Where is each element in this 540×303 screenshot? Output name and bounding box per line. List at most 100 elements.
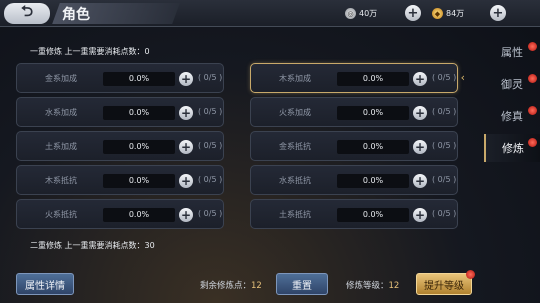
silver-coin-icon: ◎	[345, 8, 356, 19]
notification-badge	[528, 42, 537, 51]
attribute-cell[interactable]: 水系抵抗 0.0% + ( 0/5 )	[250, 165, 458, 195]
add-silver-button[interactable]: +	[405, 5, 421, 21]
gold-currency: ◆ 84万	[432, 6, 464, 21]
attribute-value: 0.0%	[337, 106, 409, 120]
point-count: ( 0/5 )	[432, 107, 457, 116]
attribute-cell[interactable]: 水系加成 0.0% + ( 0/5 )	[16, 97, 224, 127]
notification-badge	[466, 270, 475, 279]
attribute-cell[interactable]: 金系加成 0.0% + ( 0/5 )	[16, 63, 224, 93]
add-point-button[interactable]: +	[179, 208, 193, 222]
button-label: 提升等级	[424, 280, 464, 292]
attribute-cell[interactable]: 土系加成 0.0% + ( 0/5 )	[16, 131, 224, 161]
attribute-label: 木系加成	[279, 74, 311, 83]
back-arrow-icon: ⮌	[20, 2, 33, 20]
plus-icon: +	[180, 72, 192, 86]
section-title-tier2: 二重修炼 上一重需要消耗点数：30	[30, 241, 155, 250]
tab-spirit[interactable]: 御灵	[484, 70, 540, 98]
remaining-points-value: 12	[251, 281, 262, 291]
add-point-button[interactable]: +	[179, 72, 193, 86]
tab-label: 御灵	[501, 78, 523, 91]
gold-amount: 84万	[446, 9, 465, 18]
point-count: ( 0/5 )	[432, 209, 457, 218]
cultivation-panel: 一重修炼 上一重需要消耗点数：0 金系加成 0.0% + ( 0/5 ) 木系加成 0.0…	[16, 34, 478, 263]
tab-label: 属性	[501, 46, 523, 59]
chevron-left-icon: ‹	[460, 71, 465, 84]
point-count: ( 0/5 )	[198, 209, 223, 218]
point-count: ( 0/5 )	[198, 73, 223, 82]
remaining-points-label: 剩余修炼点：	[200, 281, 252, 291]
attribute-cell[interactable]: 木系抵抗 0.0% + ( 0/5 )	[16, 165, 224, 195]
plus-icon: +	[180, 208, 192, 222]
attribute-label: 土系加成	[45, 142, 77, 151]
attribute-value: 0.0%	[337, 174, 409, 188]
reset-button[interactable]: 重置	[276, 273, 328, 295]
tab-label: 修炼	[502, 142, 524, 155]
point-count: ( 0/5 )	[432, 73, 457, 82]
plus-icon: +	[414, 174, 426, 188]
attribute-label: 金系加成	[45, 74, 77, 83]
attribute-value: 0.0%	[337, 72, 409, 86]
attribute-label: 水系加成	[45, 108, 77, 117]
attribute-cell[interactable]: 木系加成 0.0% + ( 0/5 ) ‹	[250, 63, 465, 93]
plus-icon: +	[180, 106, 192, 120]
point-count: ( 0/5 )	[432, 141, 457, 150]
attribute-label: 金系抵抗	[279, 142, 311, 151]
plus-icon: +	[180, 174, 192, 188]
attribute-cell[interactable]: 金系抵抗 0.0% + ( 0/5 )	[250, 131, 458, 161]
attribute-value: 0.0%	[337, 208, 409, 222]
add-gold-button[interactable]: +	[490, 5, 506, 21]
add-point-button[interactable]: +	[179, 140, 193, 154]
tab-attributes[interactable]: 属性	[484, 38, 540, 66]
notification-badge	[528, 74, 537, 83]
plus-icon: +	[492, 5, 504, 21]
attribute-value: 0.0%	[103, 208, 175, 222]
point-count: ( 0/5 )	[198, 175, 223, 184]
plus-icon: +	[414, 106, 426, 120]
attribute-value: 0.0%	[103, 106, 175, 120]
attribute-value: 0.0%	[337, 140, 409, 154]
remaining-points: 剩余修炼点：12	[200, 279, 262, 291]
add-point-button[interactable]: +	[179, 106, 193, 120]
point-count: ( 0/5 )	[198, 107, 223, 116]
attribute-label: 火系抵抗	[45, 210, 77, 219]
attribute-details-button[interactable]: 属性详情	[16, 273, 74, 295]
add-point-button[interactable]: +	[413, 140, 427, 154]
attribute-label: 火系加成	[279, 108, 311, 117]
add-point-button[interactable]: +	[413, 106, 427, 120]
plus-icon: +	[414, 72, 426, 86]
attribute-label: 土系抵抗	[279, 210, 311, 219]
add-point-button[interactable]: +	[413, 208, 427, 222]
training-level-label: 修炼等级：	[346, 281, 389, 291]
top-bar: ⮌ 角色 ◎ 40万 + ◆ 84万 +	[0, 0, 540, 27]
upgrade-level-button[interactable]: 提升等级	[416, 270, 475, 295]
training-level: 修炼等级：12	[346, 279, 399, 291]
gold-ingot-icon: ◆	[432, 8, 443, 19]
attribute-cell[interactable]: 火系抵抗 0.0% + ( 0/5 )	[16, 199, 224, 229]
section-title-tier1: 一重修炼 上一重需要消耗点数：0	[30, 47, 150, 56]
attribute-cell[interactable]: 火系加成 0.0% + ( 0/5 )	[250, 97, 458, 127]
page-title: 角色	[62, 7, 90, 23]
notification-badge	[528, 106, 537, 115]
attribute-label: 水系抵抗	[279, 176, 311, 185]
back-button[interactable]: ⮌	[4, 2, 50, 24]
add-point-button[interactable]: +	[413, 72, 427, 86]
plus-icon: +	[180, 140, 192, 154]
point-count: ( 0/5 )	[432, 175, 457, 184]
tab-cultivate-truth[interactable]: 修真	[484, 102, 540, 130]
add-point-button[interactable]: +	[413, 174, 427, 188]
point-count: ( 0/5 )	[198, 141, 223, 150]
add-point-button[interactable]: +	[179, 174, 193, 188]
tab-training[interactable]: 修炼	[484, 134, 540, 162]
button-label: 属性详情	[25, 280, 65, 292]
button-label: 重置	[292, 280, 312, 292]
training-level-value: 12	[388, 281, 400, 291]
plus-icon: +	[407, 5, 419, 21]
attribute-cell[interactable]: 土系抵抗 0.0% + ( 0/5 )	[250, 199, 458, 229]
silver-amount: 40万	[359, 9, 378, 18]
attribute-value: 0.0%	[103, 174, 175, 188]
silver-currency: ◎ 40万	[345, 6, 377, 21]
attribute-value: 0.0%	[103, 140, 175, 154]
notification-badge	[528, 138, 537, 147]
plus-icon: +	[414, 208, 426, 222]
attribute-value: 0.0%	[103, 72, 175, 86]
